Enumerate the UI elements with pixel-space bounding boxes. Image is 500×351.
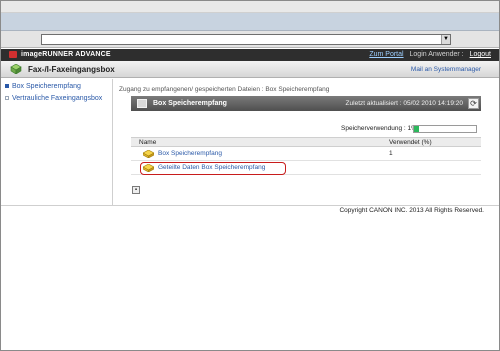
sidebar-item-label: Vertrauliche Faxeingangsbox — [12, 95, 103, 102]
address-bar: ▼ — [1, 31, 499, 48]
refresh-button[interactable]: ⟳ — [468, 98, 479, 109]
shared-box-name-link[interactable]: Geteilte Daten Box Speicherempfang — [158, 164, 265, 171]
divider — [1, 205, 499, 206]
box-used-value: 1 — [389, 150, 393, 157]
fax-box-icon — [10, 64, 22, 74]
sidebar-item-confidential-fax[interactable]: Vertrauliche Faxeingangsbox — [5, 95, 102, 102]
breadcrumb: Zugang zu empfangenen/ gespeicherten Dat… — [119, 86, 330, 93]
storage-usage-label: Speicherverwendung : 1% — [341, 125, 417, 132]
panel-header: Box Speicherempfang Zuletzt aktualisiert… — [131, 96, 481, 111]
table-header: Name Verwendet (%) — [131, 137, 481, 147]
login-user-label: Login Anwender : — [409, 51, 464, 58]
box-name-link[interactable]: Box Speicherempfang — [158, 150, 222, 157]
folder-icon — [143, 150, 154, 158]
chevron-down-icon[interactable]: ▼ — [441, 35, 450, 44]
folder-icon — [143, 164, 154, 172]
sidebar-item-label: Box Speicherempfang — [12, 83, 81, 90]
box-icon — [137, 99, 147, 108]
table-row: Box Speicherempfang 1 — [131, 147, 481, 161]
brand-name: imageRUNNER ADVANCE — [21, 51, 111, 58]
refresh-icon: ⟳ — [470, 99, 477, 108]
page-header: Fax-/I-Faxeingangsbox Mail an Systemmana… — [1, 61, 499, 78]
column-header-used: Verwendet (%) — [389, 139, 432, 146]
column-header-name: Name — [139, 139, 157, 146]
window-titlebar — [1, 1, 499, 13]
address-input[interactable]: ▼ — [41, 34, 451, 45]
browser-toolbar — [1, 13, 499, 31]
mail-admin-link[interactable]: Mail an Systemmanager — [411, 66, 481, 73]
top-header: imageRUNNER ADVANCE Zum Portal Login Anw… — [1, 49, 499, 61]
portal-link[interactable]: Zum Portal — [369, 51, 403, 58]
storage-usage-fill — [414, 126, 419, 132]
sidebar: Box Speicherempfang Vertrauliche Faxeing… — [1, 79, 113, 206]
box-table: Name Verwendet (%) Box Speicherempfang 1 — [131, 137, 481, 175]
copyright: Copyright CANON INC. 2013 All Rights Res… — [339, 207, 484, 214]
sidebar-item-memory-rx[interactable]: Box Speicherempfang — [5, 83, 81, 90]
last-updated: Zuletzt aktualisiert : 05/02 2010 14:19:… — [345, 100, 463, 107]
logout-link[interactable]: Logout — [470, 51, 491, 58]
main-content: Zugang zu empfangenen/ gespeicherten Dat… — [114, 79, 499, 206]
active-bullet-icon — [5, 84, 9, 89]
list-toggle-icon[interactable]: ▪ — [132, 186, 140, 194]
canon-logo-icon — [9, 51, 17, 58]
browser-window: ▼ imageRUNNER ADVANCE Zum Portal Login A… — [0, 0, 500, 351]
header-links: Zum Portal Login Anwender : Logout — [365, 51, 491, 58]
table-row: Geteilte Daten Box Speicherempfang — [131, 161, 481, 175]
page-title: Fax-/I-Faxeingangsbox — [28, 65, 115, 74]
panel-title: Box Speicherempfang — [153, 100, 227, 107]
storage-usage-bar — [413, 125, 477, 133]
bullet-icon — [5, 96, 9, 101]
